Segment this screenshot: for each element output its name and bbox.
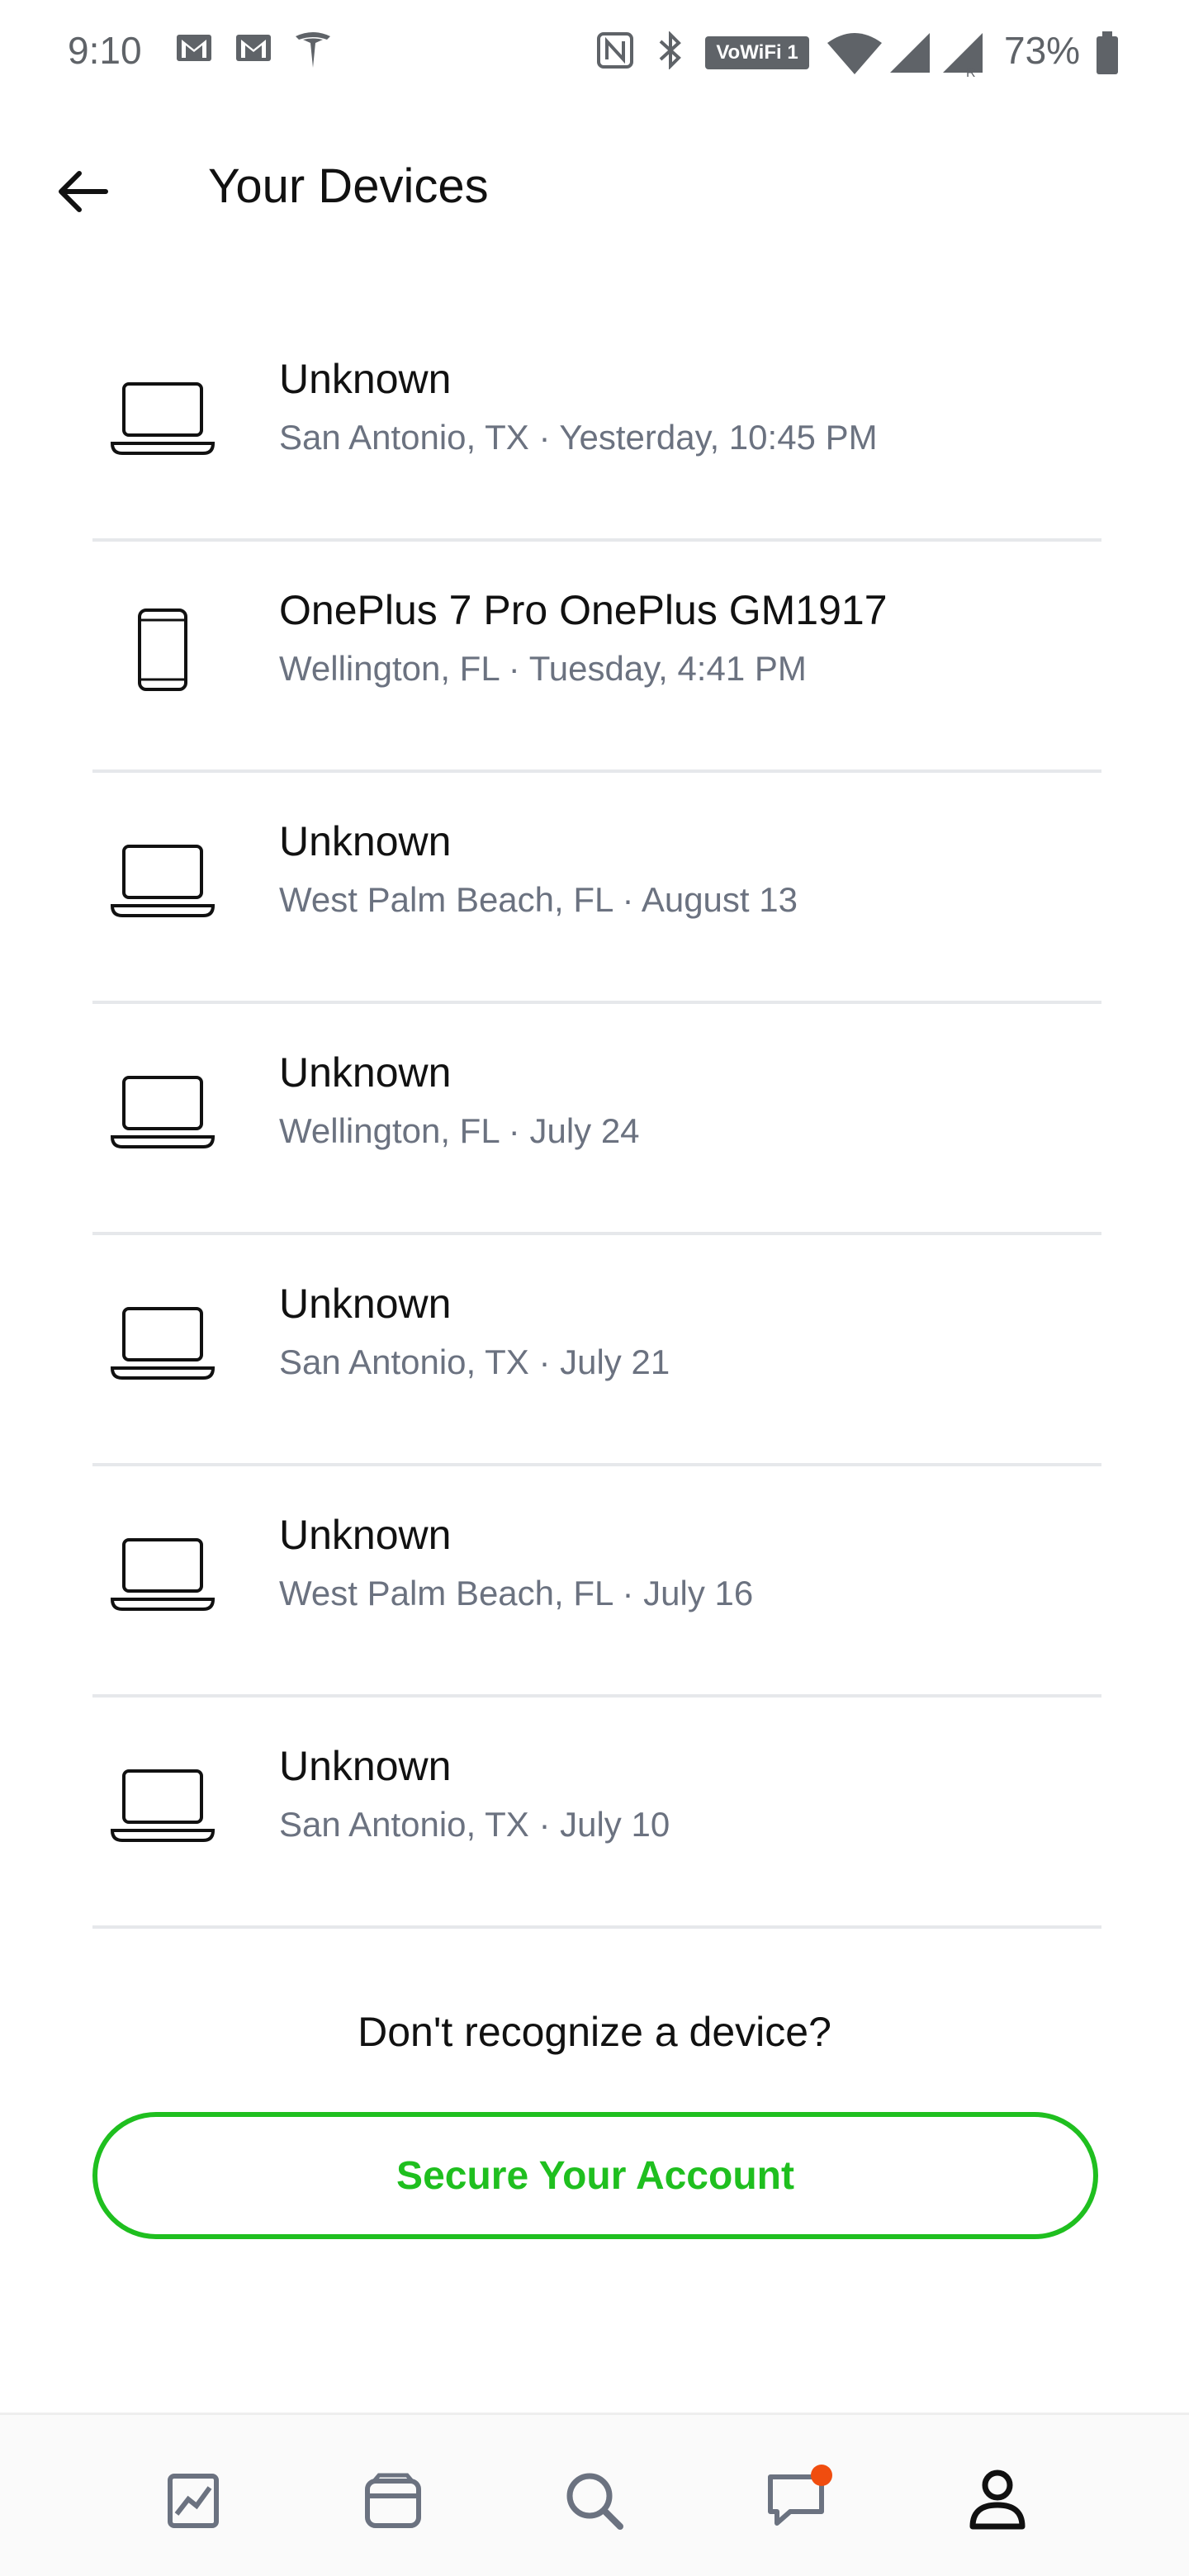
gmail-icon xyxy=(177,35,211,61)
device-item[interactable]: Unknown West Palm Beach, FL · July 16 xyxy=(92,1466,1101,1698)
device-name: OnePlus 7 Pro OnePlus GM1917 xyxy=(279,587,888,633)
device-meta: Wellington, FL · Tuesday, 4:41 PM xyxy=(279,649,807,688)
device-name: Unknown xyxy=(279,1281,452,1327)
header: Your Devices xyxy=(0,106,1189,271)
unrecognized-device-prompt: Don't recognize a device? xyxy=(358,2009,831,2055)
device-meta: Wellington, FL · July 24 xyxy=(279,1111,640,1150)
device-name: Unknown xyxy=(279,1743,452,1789)
vowifi-icon: VoWiFi 1 xyxy=(705,36,809,69)
device-meta: West Palm Beach, FL · July 16 xyxy=(279,1574,754,1612)
phone-icon xyxy=(109,604,216,695)
device-item[interactable]: Unknown Wellington, FL · July 24 xyxy=(92,1004,1101,1235)
svg-text:R: R xyxy=(966,66,976,78)
laptop-icon xyxy=(109,1760,216,1851)
nav-search[interactable] xyxy=(553,2460,636,2542)
search-icon xyxy=(566,2473,623,2530)
device-meta: San Antonio, TX · July 21 xyxy=(279,1342,670,1381)
back-button[interactable] xyxy=(46,155,119,228)
nav-messages[interactable] xyxy=(755,2460,837,2542)
device-meta: San Antonio, TX · July 10 xyxy=(279,1805,670,1844)
device-item[interactable]: OnePlus 7 Pro OnePlus GM1917 Wellington,… xyxy=(92,542,1101,773)
laptop-icon xyxy=(109,1298,216,1389)
nav-profile[interactable] xyxy=(956,2460,1039,2542)
device-item[interactable]: Unknown San Antonio, TX · Yesterday, 10:… xyxy=(92,310,1101,542)
activity-chart-icon xyxy=(168,2474,219,2528)
battery-icon xyxy=(1097,31,1118,74)
device-name: Unknown xyxy=(279,356,452,402)
device-name: Unknown xyxy=(279,1512,452,1558)
bluetooth-icon xyxy=(659,31,681,69)
gmail-icon xyxy=(236,35,271,61)
message-notification-dot xyxy=(811,2465,832,2486)
laptop-icon xyxy=(109,1529,216,1620)
device-name: Unknown xyxy=(279,1049,452,1096)
nav-activity[interactable] xyxy=(152,2460,234,2542)
secure-account-button[interactable]: Secure Your Account xyxy=(92,2112,1098,2239)
status-bar: 9:10 VoWiFi 1 R 73% xyxy=(0,0,1189,106)
arrow-left-icon xyxy=(59,171,108,212)
device-item[interactable]: Unknown San Antonio, TX · July 21 xyxy=(92,1235,1101,1466)
device-name: Unknown xyxy=(279,818,452,864)
device-item[interactable]: Unknown San Antonio, TX · July 10 xyxy=(92,1698,1101,1929)
vowifi-label: VoWiFi 1 xyxy=(716,41,798,64)
signal-icon xyxy=(890,33,930,73)
signal-roaming-icon: R xyxy=(943,33,983,78)
laptop-icon xyxy=(109,373,216,464)
device-item[interactable]: Unknown West Palm Beach, FL · August 13 xyxy=(92,773,1101,1004)
nav-wallet[interactable] xyxy=(352,2460,434,2542)
profile-icon xyxy=(969,2469,1026,2530)
nfc-icon xyxy=(597,32,633,69)
status-time: 9:10 xyxy=(68,29,142,72)
laptop-icon xyxy=(109,836,216,926)
page-title: Your Devices xyxy=(208,159,489,213)
battery-percent: 73% xyxy=(1004,29,1081,72)
tesla-icon xyxy=(296,32,330,68)
device-meta: San Antonio, TX · Yesterday, 10:45 PM xyxy=(279,418,878,457)
laptop-icon xyxy=(109,1067,216,1158)
bottom-nav xyxy=(0,2413,1189,2576)
wallet-icon xyxy=(365,2473,421,2528)
wifi-icon xyxy=(827,33,882,74)
device-meta: West Palm Beach, FL · August 13 xyxy=(279,880,798,919)
device-list: Unknown San Antonio, TX · Yesterday, 10:… xyxy=(92,310,1101,1929)
